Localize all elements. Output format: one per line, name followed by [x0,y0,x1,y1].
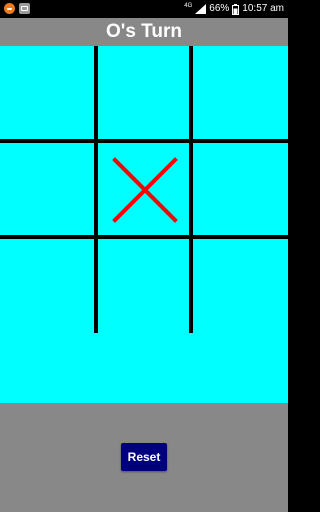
board-cell-5[interactable] [98,143,193,238]
x-mark [112,157,178,223]
controls-area: Reset [0,403,288,512]
board-cell-9[interactable] [193,239,288,334]
game-board [0,46,288,403]
app-screen: 4G 66% 10:57 am O's Turn Reset [0,0,288,512]
status-bar: 4G 66% 10:57 am [0,0,288,18]
header: O's Turn [0,18,288,46]
network-type: 4G [184,2,193,9]
orange-notification-icon [4,3,15,14]
signal-icon [195,4,207,14]
board-cell-7[interactable] [0,239,95,334]
board-cell-3[interactable] [193,46,288,141]
board-cell-6[interactable] [193,143,288,238]
clock: 10:57 am [242,3,284,14]
status-indicators: 4G 66% 10:57 am [184,2,284,16]
battery-percent: 66% [209,3,230,14]
battery-icon [232,3,240,15]
board-cell-2[interactable] [98,46,193,141]
status-notifications [4,3,30,14]
reset-button[interactable]: Reset [121,443,167,471]
board-cell-4[interactable] [0,143,95,238]
turn-title: O's Turn [106,21,182,42]
board-cell-1[interactable] [0,46,95,141]
image-notification-icon [19,3,30,14]
board-cell-8[interactable] [98,239,193,334]
